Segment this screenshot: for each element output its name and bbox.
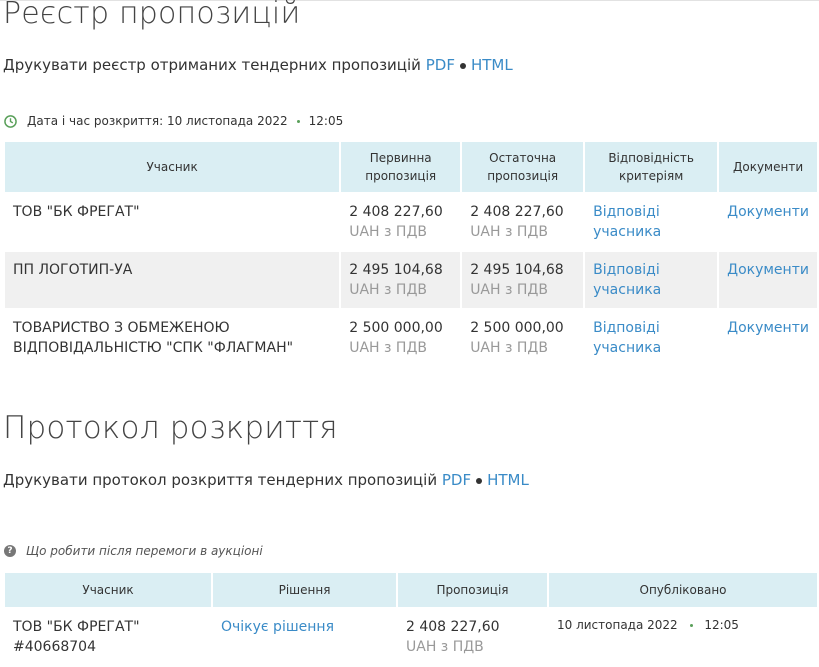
published-date: 10 листопада 2022 — [557, 618, 678, 632]
documents-link[interactable]: Документи — [727, 262, 809, 278]
offer-amount: 2 495 104,68 — [470, 262, 564, 278]
col-header-documents: Документи — [719, 142, 817, 192]
final-offer: 2 408 227,60 UAH з ПДВ — [462, 194, 583, 250]
participant-answers-link[interactable]: Відповіді учасника — [593, 262, 661, 298]
protocol-table: Учасник Рішення Пропозиція Опубліковано … — [3, 571, 819, 667]
participant-code: #40668704 — [13, 639, 96, 655]
offer-currency: UAH з ПДВ — [470, 224, 548, 240]
clock-icon — [4, 114, 17, 128]
help-text: Що робити після перемоги в аукціоні — [26, 544, 263, 558]
protocol-title: Протокол розкриття — [3, 410, 338, 446]
documents-link[interactable]: Документи — [727, 204, 809, 220]
protocol-html-link[interactable]: HTML — [487, 471, 529, 489]
offer-amount: 2 408 227,60 — [470, 204, 564, 220]
initial-offer: 2 500 000,00 UAH з ПДВ — [341, 310, 460, 366]
protocol-print-line: Друкувати протокол розкриття тендерних п… — [3, 471, 529, 489]
question-icon: ? — [4, 545, 16, 557]
decision-link[interactable]: Очікує рішення — [221, 619, 334, 635]
col-header-criteria: Відповідність критеріям — [585, 142, 718, 192]
opening-date-label: Дата і час розкриття: 10 листопада 2022 — [27, 114, 288, 128]
col-header-published: Опубліковано — [549, 573, 817, 607]
offer-currency: UAH з ПДВ — [349, 340, 427, 356]
offer-amount: 2 495 104,68 — [349, 262, 443, 278]
final-offer: 2 500 000,00 UAH з ПДВ — [462, 310, 583, 366]
final-offer: 2 495 104,68 UAH з ПДВ — [462, 252, 584, 308]
participant-name: ТОВАРИСТВО З ОБМЕЖЕНОЮ ВІДПОВІДАЛЬНІСТЮ … — [13, 320, 294, 356]
opening-datetime: Дата і час розкриття: 10 листопада 2022 … — [4, 114, 343, 128]
participant-answers-link[interactable]: Відповіді учасника — [593, 204, 661, 240]
registry-title: Реєстр пропозицій — [3, 0, 301, 31]
documents-cell: Документи — [719, 310, 817, 366]
criteria-cell: Відповіді учасника — [585, 252, 718, 308]
criteria-cell: Відповіді учасника — [585, 194, 717, 250]
participant-answers-link[interactable]: Відповіді учасника — [593, 320, 661, 356]
participant-name: ТОВ "БК ФРЕГАТ" — [13, 619, 140, 635]
initial-offer: 2 495 104,68 UAH з ПДВ — [341, 252, 461, 308]
col-header-participant: Учасник — [5, 142, 340, 192]
offer-currency: UAH з ПДВ — [406, 639, 484, 655]
bullet-separator — [459, 62, 466, 69]
protocol-pdf-link[interactable]: PDF — [442, 471, 471, 489]
criteria-cell: Відповіді учасника — [585, 310, 717, 366]
col-header-initial-offer: Первинна пропозиція — [341, 142, 461, 192]
documents-cell: Документи — [719, 252, 817, 308]
after-win-help[interactable]: ? Що робити після перемоги в аукціоні — [4, 544, 263, 558]
offer-currency: UAH з ПДВ — [349, 282, 427, 298]
registry-pdf-link[interactable]: PDF — [426, 56, 455, 74]
registry-print-text: Друкувати реєстр отриманих тендерних про… — [3, 56, 421, 74]
registry-header-row: Учасник Первинна пропозиція Остаточна пр… — [5, 142, 817, 192]
dot-separator — [296, 119, 300, 123]
bullet-separator — [476, 477, 483, 484]
documents-cell: Документи — [719, 194, 817, 250]
col-header-offer: Пропозиція — [398, 573, 547, 607]
table-row: ПП ЛОГОТИП-УА 2 495 104,68 UAH з ПДВ 2 49… — [5, 252, 817, 308]
registry-html-link[interactable]: HTML — [471, 56, 513, 74]
offer-amount: 2 500 000,00 — [470, 320, 564, 336]
opening-time: 12:05 — [308, 114, 344, 128]
offer-amount: 2 500 000,00 — [349, 320, 443, 336]
documents-link[interactable]: Документи — [727, 320, 809, 336]
table-row: ТОВАРИСТВО З ОБМЕЖЕНОЮ ВІДПОВІДАЛЬНІСТЮ … — [5, 310, 817, 366]
participant-name: ТОВ "БК ФРЕГАТ" — [13, 204, 140, 220]
protocol-header-row: Учасник Рішення Пропозиція Опубліковано — [5, 573, 817, 607]
registry-table: Учасник Первинна пропозиція Остаточна пр… — [3, 140, 819, 368]
participant-name: ПП ЛОГОТИП-УА — [5, 252, 340, 308]
initial-offer: 2 408 227,60 UAH з ПДВ — [341, 194, 460, 250]
offer-amount: 2 408 227,60 — [349, 204, 443, 220]
dot-separator — [689, 624, 693, 627]
col-header-final-offer: Остаточна пропозиція — [462, 142, 584, 192]
table-row: ТОВ "БК ФРЕГАТ" 2 408 227,60 UAH з ПДВ 2 … — [5, 194, 817, 250]
offer-amount: 2 408 227,60 — [406, 619, 500, 635]
offer-currency: UAH з ПДВ — [470, 340, 548, 356]
published-time: 12:05 — [704, 618, 739, 632]
offer-currency: UAH з ПДВ — [470, 282, 548, 298]
registry-print-line: Друкувати реєстр отриманих тендерних про… — [3, 56, 513, 74]
protocol-print-text: Друкувати протокол розкриття тендерних п… — [3, 471, 438, 489]
col-header-decision: Рішення — [213, 573, 396, 607]
col-header-participant: Учасник — [5, 573, 211, 607]
offer-currency: UAH з ПДВ — [349, 224, 427, 240]
